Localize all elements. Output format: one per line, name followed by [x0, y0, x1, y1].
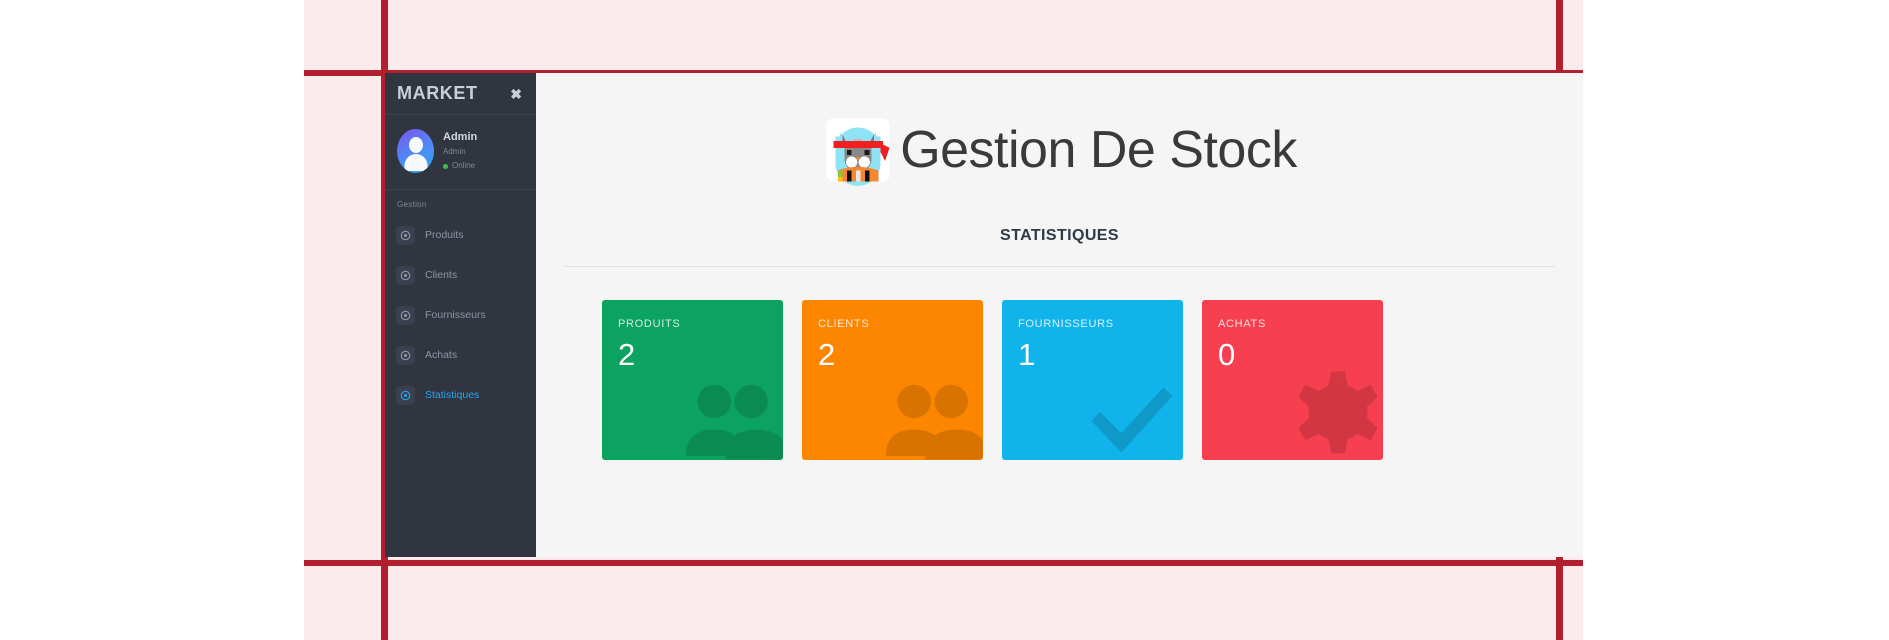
sidebar-user-panel[interactable]: Admin Admin Online	[385, 115, 536, 189]
stat-card-label: CLIENTS	[818, 317, 870, 330]
user-role: Admin	[443, 147, 466, 157]
circle-dot-icon	[396, 385, 415, 405]
guide-line-horizontal-bottom	[304, 560, 1583, 566]
main-content: Gestion De Stock STATISTIQUES PRODUITS 2 C…	[536, 73, 1583, 557]
stat-card-value: 1	[1018, 336, 1036, 372]
close-icon[interactable]: ✖	[510, 87, 522, 101]
people-group-icon	[686, 384, 783, 460]
user-meta: Admin Admin Online	[443, 131, 477, 172]
stat-card-value: 0	[1218, 336, 1236, 372]
sidebar-item-label: Produits	[425, 229, 464, 241]
user-name: Admin	[443, 130, 478, 143]
sidebar-item-label: Clients	[425, 269, 458, 281]
stat-card-achats[interactable]: ACHATS 0	[1202, 299, 1383, 460]
check-mark-icon	[1091, 387, 1173, 453]
sidebar-item-label: Statistiques	[425, 389, 480, 401]
stat-card-fournisseurs[interactable]: FOURNISSEURS 1	[1002, 299, 1183, 460]
circle-dot-icon	[396, 305, 415, 325]
sidebar-item-produits[interactable]: Produits	[385, 215, 536, 255]
stat-card-label: PRODUITS	[618, 317, 681, 330]
stat-card-label: ACHATS	[1218, 317, 1267, 330]
page-header: Gestion De Stock	[536, 73, 1583, 211]
stat-card-clients[interactable]: CLIENTS 2	[802, 299, 983, 460]
avatar-body	[404, 154, 427, 171]
sidebar-item-achats[interactable]: Achats	[385, 335, 536, 375]
page-title: Gestion De Stock	[900, 120, 1297, 179]
gear-icon	[1298, 371, 1378, 454]
sidebar: MARKET ✖ Admin Admin Online Gestion Prod…	[385, 73, 536, 557]
circle-dot-icon	[396, 345, 415, 365]
circle-dot-icon	[396, 225, 415, 245]
stat-card-value: 2	[818, 336, 836, 372]
sidebar-item-clients[interactable]: Clients	[385, 255, 536, 295]
avatar	[397, 129, 434, 173]
page-subtitle: STATISTIQUES	[1000, 226, 1119, 244]
online-status-dot	[443, 163, 448, 169]
sidebar-item-label: Fournisseurs	[425, 309, 486, 321]
sidebar-brand: MARKET ✖	[385, 73, 536, 114]
brand-title: MARKET	[397, 83, 478, 103]
sidebar-item-label: Achats	[425, 349, 458, 361]
stat-card-label: FOURNISSEURS	[1018, 317, 1114, 330]
circle-dot-icon	[396, 265, 415, 285]
stat-card-list: PRODUITS 2 CLIENTS 2 FOURNISSEURS 1 ACHATS 0	[536, 267, 1583, 460]
people-group-icon	[886, 384, 983, 460]
avatar-head	[408, 137, 423, 153]
sidebar-item-fournisseurs[interactable]: Fournisseurs	[385, 295, 536, 335]
stat-card-value: 2	[618, 336, 636, 372]
sidebar-nav: Produits Clients Fournisseurs Achats Statist…	[385, 215, 536, 415]
sidebar-item-statistiques[interactable]: Statistiques	[385, 375, 536, 415]
application-window: MARKET ✖ Admin Admin Online Gestion Prod…	[385, 73, 1583, 557]
ninja-cat-logo-icon	[826, 118, 890, 186]
screenshot-root: MARKET ✖ Admin Admin Online Gestion Prod…	[0, 0, 1889, 640]
user-status: Online	[443, 161, 477, 171]
nav-section-heading: Gestion	[397, 200, 427, 209]
user-status-label: Online	[452, 161, 476, 171]
stat-card-produits[interactable]: PRODUITS 2	[602, 299, 783, 460]
